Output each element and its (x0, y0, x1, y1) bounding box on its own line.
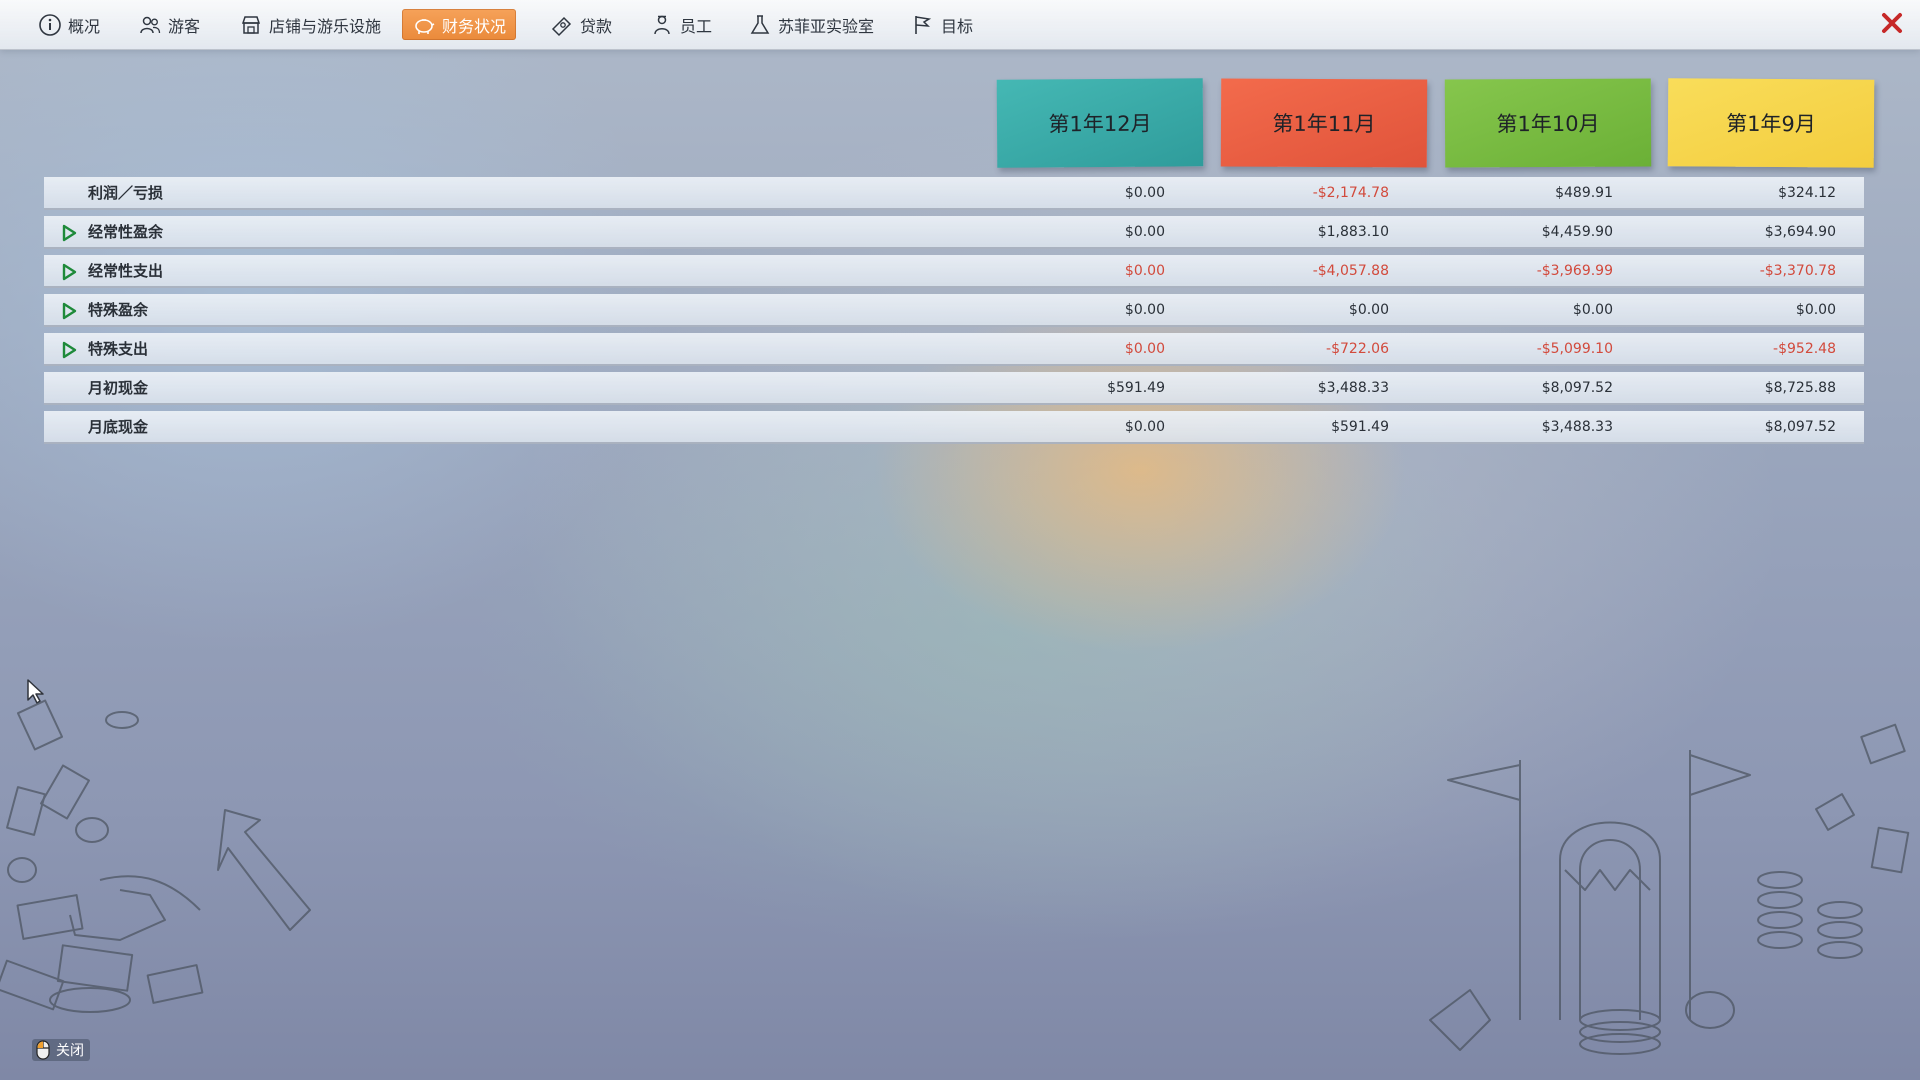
tab-goals-label: 目标 (941, 16, 974, 36)
cell-value: $8,725.88 (1764, 380, 1836, 396)
cell-value: $0.00 (1124, 185, 1165, 201)
cell-value: $0.00 (1124, 263, 1165, 279)
cell-value: $0.00 (1124, 224, 1165, 240)
table-row-opening-cash: 月初现金 $591.49 $3,488.33 $8,097.52 $8,725.… (44, 372, 1864, 405)
cell-value: $4,459.90 (1541, 224, 1613, 240)
table-row-recurring-expenses[interactable]: 经常性支出 $0.00 -$4,057.88 -$3,969.99 -$3,37… (44, 255, 1864, 288)
tab-staff-label: 员工 (680, 16, 713, 36)
tab-shops-rides-label: 店铺与游乐设施 (269, 16, 382, 36)
tab-finances[interactable]: 财务状况 (402, 9, 517, 40)
cell-value: $0.00 (1795, 302, 1836, 318)
row-label: 月初现金 (88, 379, 149, 397)
month-header-4: 第1年9月 (1667, 78, 1875, 168)
flag-icon (915, 15, 932, 34)
month-header-1: 第1年12月 (996, 78, 1204, 168)
cell-value: $1,883.10 (1317, 224, 1389, 240)
cell-value: $3,694.90 (1764, 224, 1836, 240)
row-label: 特殊支出 (88, 340, 149, 358)
close-x-icon[interactable] (1878, 9, 1906, 37)
cell-value: $3,488.33 (1317, 380, 1389, 396)
month-header-2: 第1年11月 (1220, 78, 1428, 168)
table-row-special-expenses[interactable]: 特殊支出 $0.00 -$722.06 -$5,099.10 -$952.48 (44, 333, 1864, 366)
cell-value: -$4,057.88 (1312, 263, 1389, 279)
cell-value: $0.00 (1348, 302, 1389, 318)
cell-value: $0.00 (1124, 419, 1165, 435)
cell-value: $0.00 (1124, 302, 1165, 318)
expand-arrow-icon[interactable] (60, 302, 78, 320)
cell-value: -$5,099.10 (1536, 341, 1613, 357)
cell-value: -$952.48 (1773, 341, 1836, 357)
cell-value: -$2,174.78 (1312, 185, 1389, 201)
table-row-profit-loss: 利润／亏损 $0.00 -$2,174.78 $489.91 $324.12 (44, 177, 1864, 210)
tab-sophia-lab-label: 苏菲亚实验室 (778, 16, 875, 36)
close-hint[interactable]: 关闭 (32, 1039, 90, 1061)
info-icon (39, 13, 61, 36)
cell-value: $3,488.33 (1541, 419, 1613, 435)
staff-icon (654, 15, 670, 34)
month-header-3: 第1年10月 (1444, 78, 1652, 168)
cell-value: -$3,969.99 (1536, 263, 1613, 279)
top-navigation-bar: 概况 游客 店铺与游乐设施 财务状况 贷款 员工 苏菲亚实验室 目标 (0, 0, 1920, 50)
cell-value: $591.49 (1331, 419, 1389, 435)
expand-arrow-icon[interactable] (60, 224, 78, 242)
tab-loans[interactable]: 贷款 (540, 9, 622, 40)
table-row-closing-cash: 月底现金 $0.00 $591.49 $3,488.33 $8,097.52 (44, 411, 1864, 444)
row-label: 经常性支出 (88, 262, 164, 280)
cell-value: $8,097.52 (1541, 380, 1613, 396)
expand-arrow-icon[interactable] (60, 341, 78, 359)
expand-arrow-icon[interactable] (60, 263, 78, 281)
tab-sophia-lab[interactable]: 苏菲亚实验室 (738, 9, 884, 40)
tab-loans-label: 贷款 (580, 16, 613, 36)
flask-icon (750, 14, 770, 34)
shop-icon (241, 15, 261, 34)
visitors-icon (140, 16, 161, 33)
cell-value: $591.49 (1107, 380, 1165, 396)
close-hint-label: 关闭 (56, 1043, 84, 1059)
finance-table: 利润／亏损 $0.00 -$2,174.78 $489.91 $324.12 经… (44, 177, 1864, 450)
row-label: 月底现金 (88, 418, 149, 436)
tab-overview-label: 概况 (68, 16, 101, 36)
cell-value: $0.00 (1572, 302, 1613, 318)
cell-value: $0.00 (1124, 341, 1165, 357)
mouse-icon (36, 1040, 50, 1060)
tab-visitors[interactable]: 游客 (128, 9, 210, 40)
tab-shops-rides[interactable]: 店铺与游乐设施 (229, 9, 391, 40)
row-label: 经常性盈余 (88, 223, 164, 241)
tab-goals[interactable]: 目标 (901, 9, 983, 40)
cell-value: $324.12 (1778, 185, 1836, 201)
table-row-recurring-income[interactable]: 经常性盈余 $0.00 $1,883.10 $4,459.90 $3,694.9… (44, 216, 1864, 249)
money-doodle-icon (0, 699, 311, 1013)
cell-value: $489.91 (1555, 185, 1613, 201)
table-row-special-income[interactable]: 特殊盈余 $0.00 $0.00 $0.00 $0.00 (44, 294, 1864, 327)
loan-icon (551, 16, 572, 36)
tab-staff[interactable]: 员工 (640, 9, 722, 40)
theme-park-doodle-icon (1429, 723, 1910, 1055)
row-label: 特殊盈余 (88, 301, 149, 319)
piggy-bank-icon (415, 18, 435, 34)
cell-value: -$3,370.78 (1759, 263, 1836, 279)
tab-overview[interactable]: 概况 (28, 9, 110, 40)
row-label: 利润／亏损 (88, 184, 164, 202)
cell-value: $8,097.52 (1764, 419, 1836, 435)
tab-visitors-label: 游客 (168, 16, 201, 36)
tab-finances-label: 财务状况 (442, 16, 507, 36)
cell-value: -$722.06 (1326, 341, 1389, 357)
